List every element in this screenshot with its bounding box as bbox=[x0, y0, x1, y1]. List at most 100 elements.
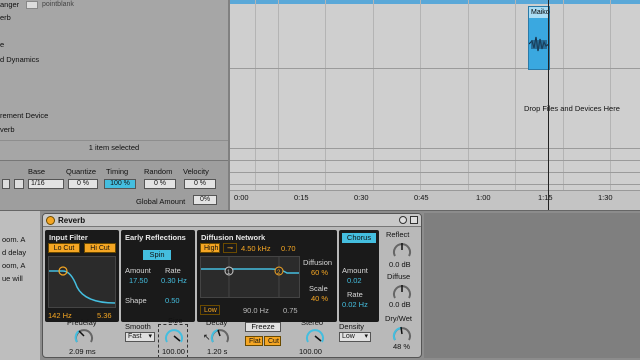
diffuse-label: Diffuse bbox=[387, 272, 411, 281]
chevron-down-icon: ▾ bbox=[148, 333, 152, 340]
high-value[interactable]: 0.70 bbox=[281, 244, 296, 253]
low-frequency[interactable]: 90.0 Hz bbox=[243, 306, 269, 315]
timing-field[interactable]: 100 % bbox=[104, 179, 136, 189]
timeline-ruler[interactable] bbox=[230, 190, 640, 210]
freeze-button[interactable]: Freeze bbox=[245, 322, 281, 332]
reflect-value[interactable]: 0.0 dB bbox=[389, 260, 411, 269]
density-label: Density bbox=[339, 322, 365, 331]
stereo-knob[interactable] bbox=[304, 327, 326, 345]
chorus-section: Chorus Amount 0.02 Rate 0.02 Hz bbox=[339, 230, 379, 322]
velocity-field[interactable]: 0 % bbox=[184, 179, 216, 189]
browser-item[interactable]: anger bbox=[0, 0, 19, 9]
random-field[interactable]: 0 % bbox=[144, 179, 176, 189]
browser-panel: pointblank anger e d Dynamics erb rement… bbox=[0, 0, 228, 160]
predelay-knob[interactable] bbox=[73, 327, 95, 345]
high-frequency[interactable]: 4.50 kHz bbox=[241, 244, 271, 253]
drywet-knob[interactable] bbox=[391, 324, 413, 344]
hot-swap-icon[interactable] bbox=[399, 216, 407, 224]
high-button[interactable]: High bbox=[200, 243, 220, 253]
chorus-rate-label: Rate bbox=[347, 290, 363, 299]
hi-cut-button[interactable]: Hi Cut bbox=[84, 243, 116, 253]
power-icon[interactable] bbox=[46, 216, 55, 225]
reflect-knob[interactable] bbox=[391, 240, 413, 260]
filter-q[interactable]: 5.36 bbox=[97, 311, 112, 320]
cut-button[interactable]: Cut bbox=[264, 336, 281, 346]
high-shelf-icon[interactable]: ⊸ bbox=[223, 243, 237, 253]
diffusion-network-section: Diffusion Network High ⊸ 4.50 kHz 0.70 1… bbox=[197, 230, 337, 322]
reverb-device: Reverb Input Filter Lo Cut Hi Cut 142 Hz… bbox=[42, 213, 422, 358]
mouse-cursor-icon: ↖ bbox=[203, 332, 211, 342]
low-button[interactable]: Low bbox=[200, 305, 220, 315]
timeline-label: 0:45 bbox=[414, 193, 429, 202]
diffusion-value[interactable]: 60 % bbox=[311, 268, 328, 277]
waveform-icon bbox=[529, 36, 549, 52]
browser-item[interactable]: rement Device bbox=[0, 111, 48, 120]
flat-button[interactable]: Flat bbox=[245, 336, 263, 346]
browser-item[interactable]: e bbox=[0, 40, 4, 49]
diffusion-label: Diffusion bbox=[303, 258, 333, 267]
timeline-label: 0:30 bbox=[354, 193, 369, 202]
groove-icon[interactable] bbox=[2, 179, 10, 189]
stereo-label: Stereo bbox=[301, 318, 324, 327]
locator-strip bbox=[230, 0, 640, 4]
amount-label: Amount bbox=[125, 266, 151, 275]
base-select[interactable]: 1/16 bbox=[28, 179, 64, 189]
info-line: ue will bbox=[2, 274, 23, 283]
chorus-amount-value[interactable]: 0.02 bbox=[347, 276, 362, 285]
groove-header: Timing bbox=[106, 167, 129, 176]
chorus-rate-value[interactable]: 0.02 Hz bbox=[342, 300, 368, 309]
chorus-amount-label: Amount bbox=[342, 266, 368, 275]
decay-label: Decay bbox=[206, 318, 228, 327]
tag-label[interactable]: pointblank bbox=[42, 1, 74, 8]
decay-knob[interactable] bbox=[209, 327, 231, 345]
smooth-select[interactable]: Fast ▾ bbox=[125, 332, 155, 342]
timeline-label: 0:15 bbox=[294, 193, 309, 202]
quantize-field[interactable]: 0 % bbox=[68, 179, 98, 189]
density-value: Low bbox=[342, 333, 355, 340]
density-select[interactable]: Low ▾ bbox=[339, 332, 371, 342]
tag-swatch[interactable] bbox=[26, 1, 38, 9]
groove-header: Quantize bbox=[66, 167, 97, 176]
diffusion-graph[interactable]: 1 2 bbox=[200, 256, 300, 298]
diffuse-value[interactable]: 0.0 dB bbox=[389, 300, 411, 309]
timeline-label: 1:30 bbox=[598, 193, 613, 202]
save-icon[interactable] bbox=[14, 179, 24, 189]
save-preset-icon[interactable] bbox=[410, 216, 418, 224]
decay-value[interactable]: 1.20 s bbox=[207, 347, 227, 356]
low-value[interactable]: 0.75 bbox=[283, 306, 298, 315]
scale-label: Scale bbox=[309, 284, 328, 293]
scale-value[interactable]: 40 % bbox=[311, 294, 328, 303]
browser-item[interactable]: d Dynamics bbox=[0, 55, 39, 64]
groove-header: Base bbox=[28, 167, 46, 176]
browser-item[interactable]: erb bbox=[0, 13, 11, 22]
playhead[interactable] bbox=[548, 0, 549, 210]
smooth-label: Smooth bbox=[125, 322, 151, 331]
early-rate-value[interactable]: 0.30 Hz bbox=[161, 276, 187, 285]
arrangement-view[interactable]: Maiko Drop Files and Devices Here 0:00 0… bbox=[230, 0, 640, 210]
filter-graph[interactable] bbox=[48, 256, 116, 308]
diffuse-knob[interactable] bbox=[391, 282, 413, 302]
drywet-value[interactable]: 48 % bbox=[393, 342, 410, 351]
info-view: oom. A d delay oom, A ue will bbox=[0, 211, 40, 360]
empty-chain-area[interactable] bbox=[424, 213, 640, 358]
spin-button[interactable]: Spin bbox=[143, 250, 171, 260]
browser-item[interactable]: verb bbox=[0, 125, 15, 134]
audio-clip[interactable]: Maiko bbox=[528, 6, 550, 70]
smooth-value: Fast bbox=[128, 333, 142, 340]
shape-value[interactable]: 0.50 bbox=[165, 296, 180, 305]
selection-status: 1 item selected bbox=[0, 140, 228, 154]
chorus-button[interactable]: Chorus bbox=[342, 233, 376, 243]
size-knob[interactable] bbox=[163, 327, 185, 345]
shape-label: Shape bbox=[125, 296, 147, 305]
global-amount-field[interactable]: 0% bbox=[193, 195, 217, 205]
info-line: oom. A bbox=[2, 235, 26, 244]
early-amount-value[interactable]: 17.50 bbox=[129, 276, 148, 285]
device-title-bar[interactable]: Reverb bbox=[43, 214, 421, 227]
input-filter-section: Input Filter Lo Cut Hi Cut 142 Hz 5.36 bbox=[45, 230, 119, 322]
size-value[interactable]: 100.00 bbox=[162, 347, 185, 356]
lo-cut-button[interactable]: Lo Cut bbox=[48, 243, 80, 253]
predelay-value[interactable]: 2.09 ms bbox=[69, 347, 96, 356]
diffusion-curve: 1 2 bbox=[201, 257, 299, 297]
stereo-value[interactable]: 100.00 bbox=[299, 347, 322, 356]
device-chain: oom. A d delay oom, A ue will Reverb Inp… bbox=[0, 210, 640, 360]
